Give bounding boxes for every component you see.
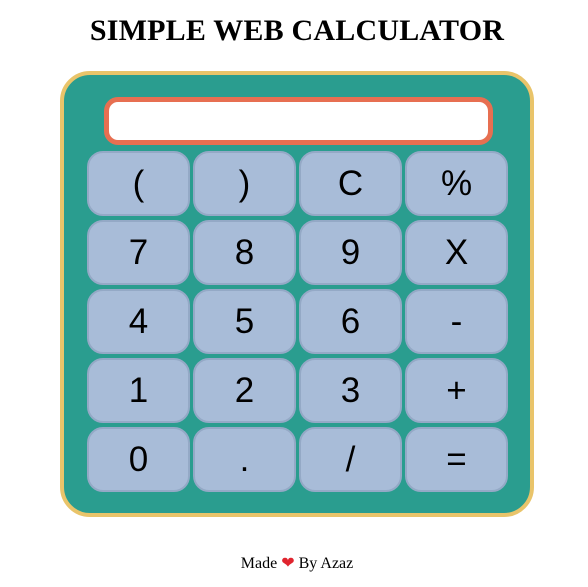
decimal-button[interactable]: .: [193, 427, 296, 492]
digit-6-button[interactable]: 6: [299, 289, 402, 354]
digit-5-button[interactable]: 5: [193, 289, 296, 354]
calculator-body: ( ) C % 7 8 9 X 4 5 6 - 1 2 3 + 0 . / =: [60, 71, 534, 517]
divide-button[interactable]: /: [299, 427, 402, 492]
percent-button[interactable]: %: [405, 151, 508, 216]
digit-3-button[interactable]: 3: [299, 358, 402, 423]
open-paren-button[interactable]: (: [87, 151, 190, 216]
multiply-button[interactable]: X: [405, 220, 508, 285]
footer-credit: Made ❤ By Azaz: [0, 553, 588, 573]
footer-author-text: By Azaz: [298, 555, 354, 572]
digit-0-button[interactable]: 0: [87, 427, 190, 492]
digit-2-button[interactable]: 2: [193, 358, 296, 423]
page-title: SIMPLE WEB CALCULATOR: [89, 14, 505, 47]
digit-7-button[interactable]: 7: [87, 220, 190, 285]
equals-button[interactable]: =: [405, 427, 508, 492]
footer-made-text: Made: [240, 555, 278, 572]
digit-1-button[interactable]: 1: [87, 358, 190, 423]
digit-8-button[interactable]: 8: [193, 220, 296, 285]
digit-4-button[interactable]: 4: [87, 289, 190, 354]
keypad: ( ) C % 7 8 9 X 4 5 6 - 1 2 3 + 0 . / =: [87, 151, 508, 492]
subtract-button[interactable]: -: [405, 289, 508, 354]
add-button[interactable]: +: [405, 358, 508, 423]
clear-button[interactable]: C: [299, 151, 402, 216]
digit-9-button[interactable]: 9: [299, 220, 402, 285]
calculator-display[interactable]: [104, 97, 493, 145]
heart-icon: ❤: [281, 553, 295, 572]
close-paren-button[interactable]: ): [193, 151, 296, 216]
